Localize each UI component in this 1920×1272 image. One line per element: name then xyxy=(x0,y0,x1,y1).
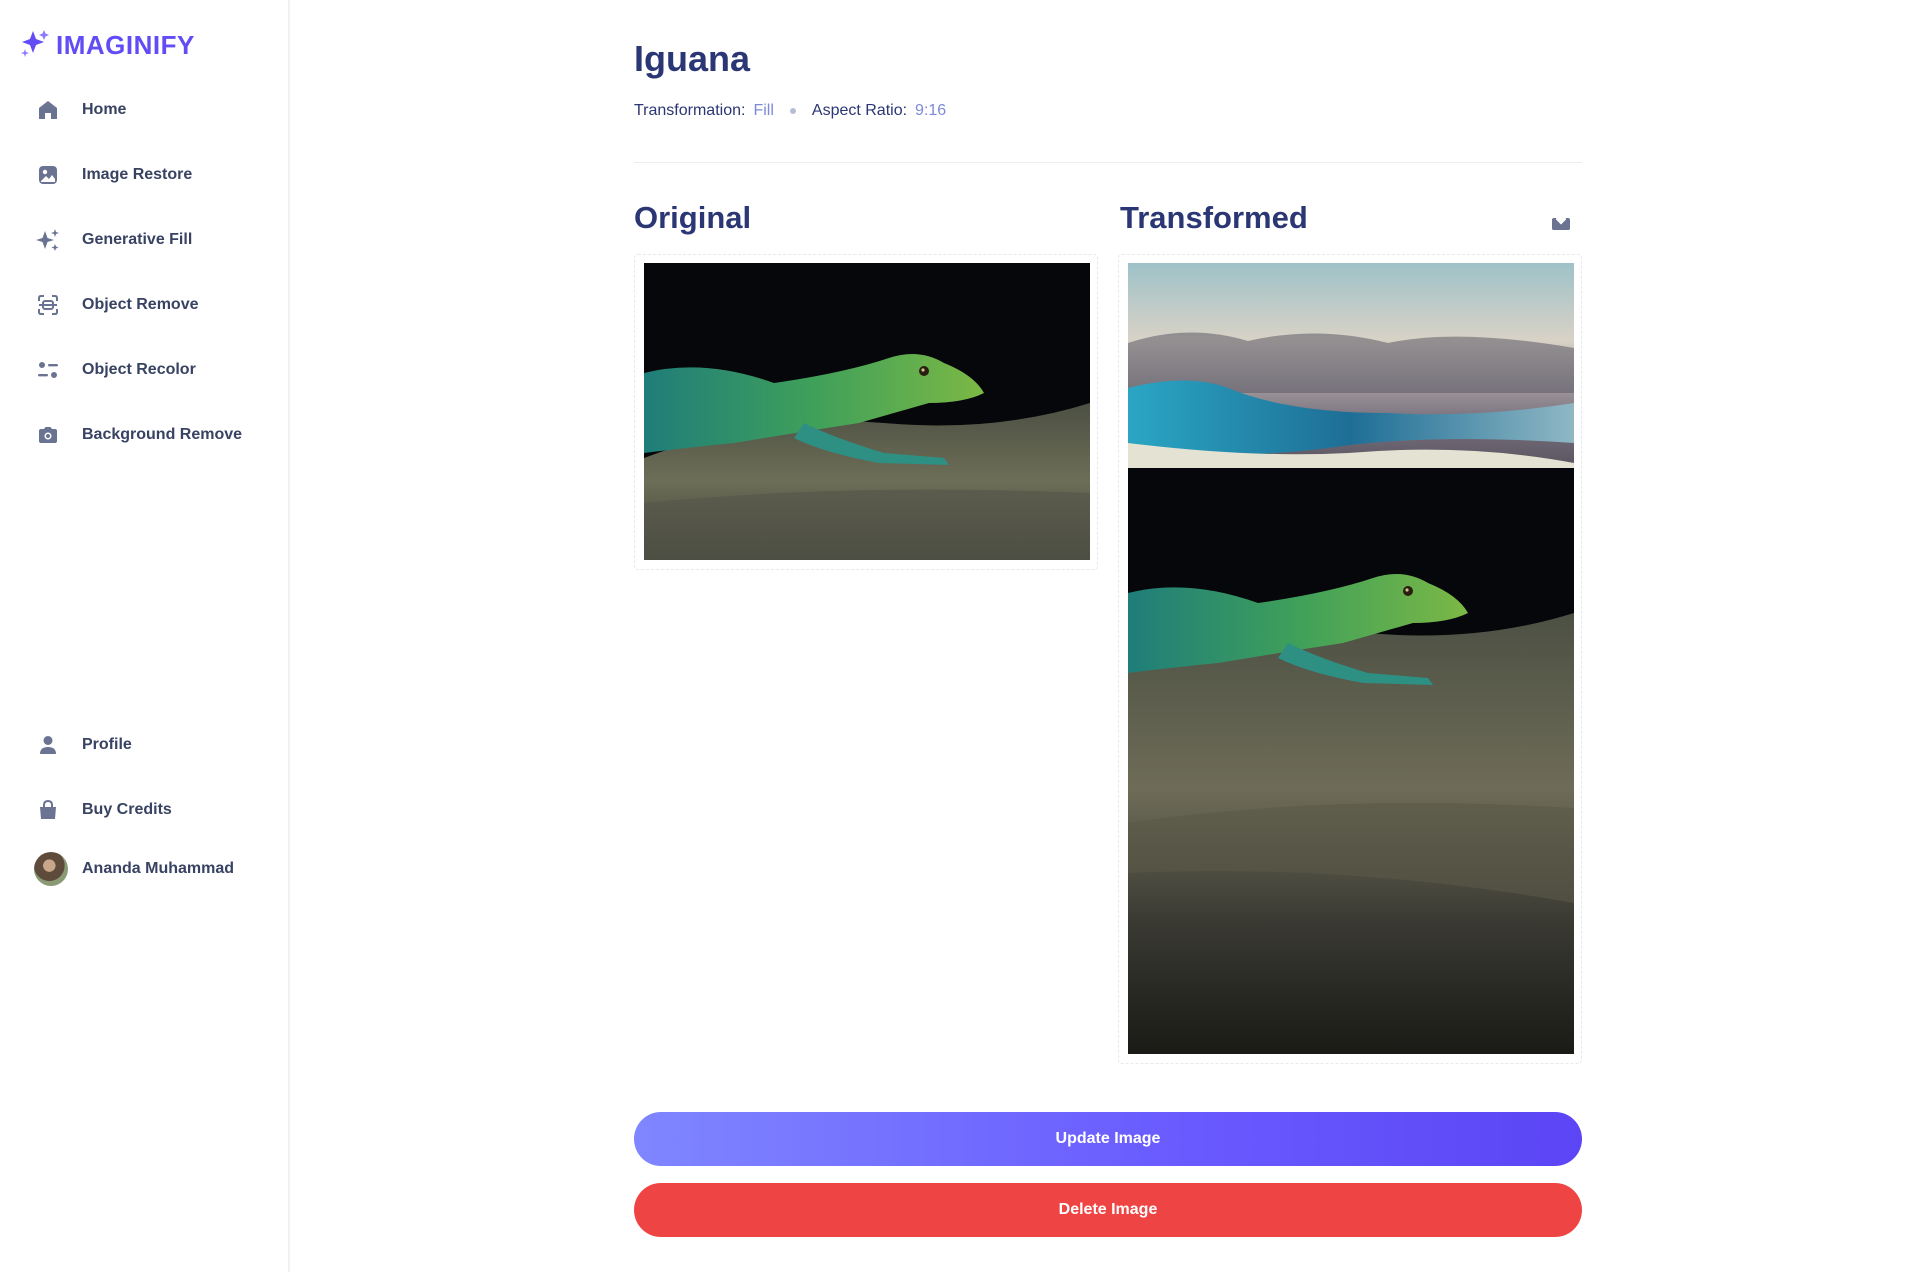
sparkle-logo-icon xyxy=(20,28,50,63)
separator-dot xyxy=(789,108,796,114)
image-icon xyxy=(34,161,62,189)
sidebar-item-home[interactable]: Home xyxy=(34,90,126,130)
sidebar-item-label: Object Recolor xyxy=(82,361,196,378)
app-name: IMAGINIFY xyxy=(56,30,195,60)
image-meta: Transformation: Fill Aspect Ratio: 9:16 xyxy=(634,102,946,120)
app-logo[interactable]: IMAGINIFY xyxy=(20,28,195,63)
update-image-button[interactable]: Update Image xyxy=(634,1112,1582,1166)
original-heading: Original xyxy=(634,200,752,235)
transformation-value: Fill xyxy=(753,102,774,119)
sidebar-item-label: Home xyxy=(82,101,127,118)
sidebar-item-label: Profile xyxy=(82,736,132,753)
user-account[interactable]: Ananda Muhammad xyxy=(34,852,234,886)
avatar[interactable] xyxy=(34,852,68,886)
sidebar-item-buy-credits[interactable]: Buy Credits xyxy=(34,790,172,830)
transformation-label: Transformation: xyxy=(634,102,746,119)
original-image[interactable] xyxy=(644,263,1090,560)
home-icon xyxy=(34,96,62,124)
sidebar-item-label: Background Remove xyxy=(82,426,243,443)
download-icon[interactable] xyxy=(1548,208,1574,234)
camera-icon xyxy=(34,421,62,449)
sidebar-item-object-remove[interactable]: Object Remove xyxy=(34,285,198,325)
aspect-ratio-label: Aspect Ratio: xyxy=(811,102,908,119)
profile-icon xyxy=(34,731,62,759)
scan-icon xyxy=(34,291,62,319)
transformed-heading: Transformed xyxy=(1120,200,1308,235)
sidebar-item-label: Generative Fill xyxy=(82,231,193,248)
sidebar-item-background-remove[interactable]: Background Remove xyxy=(34,415,242,455)
page-title: Iguana xyxy=(634,38,751,79)
sidebar-item-label: Object Remove xyxy=(82,296,199,313)
transformed-image[interactable] xyxy=(1128,263,1574,1054)
stars-icon xyxy=(34,226,62,254)
bag-icon xyxy=(34,796,62,824)
sidebar-item-generative-fill[interactable]: Generative Fill xyxy=(34,220,192,260)
filter-icon xyxy=(34,356,62,384)
sidebar-item-label: Buy Credits xyxy=(82,801,172,818)
divider xyxy=(634,162,1582,163)
sidebar-item-profile[interactable]: Profile xyxy=(34,725,132,765)
sidebar-item-object-recolor[interactable]: Object Recolor xyxy=(34,350,196,390)
sidebar: IMAGINIFY Home Image Restore Generative … xyxy=(0,0,290,1272)
sidebar-item-image-restore[interactable]: Image Restore xyxy=(34,155,192,195)
delete-image-button[interactable]: Delete Image xyxy=(634,1183,1582,1237)
sidebar-item-label: Image Restore xyxy=(82,166,193,183)
user-name: Ananda Muhammad xyxy=(82,860,235,877)
aspect-ratio-value: 9:16 xyxy=(915,102,947,119)
